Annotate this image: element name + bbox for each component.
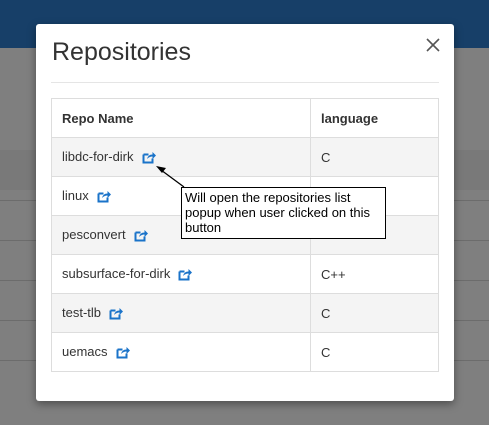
language-cell: C	[310, 293, 439, 333]
external-link-icon[interactable]	[97, 189, 112, 203]
repo-name-cell: subsurface-for-dirk	[51, 254, 311, 294]
language-cell: C	[310, 332, 439, 372]
close-icon[interactable]	[424, 36, 442, 54]
annotation-callout: Will open the repositories list popup wh…	[181, 187, 386, 239]
table-row: test-tlb C	[51, 293, 439, 333]
external-link-icon[interactable]	[142, 150, 157, 164]
external-link-icon[interactable]	[134, 228, 149, 242]
table-row: subsurface-for-dirk C++	[51, 254, 439, 294]
modal-title: Repositories	[52, 38, 191, 66]
repo-name-cell: libdc-for-dirk	[51, 137, 311, 177]
external-link-icon[interactable]	[109, 306, 124, 320]
external-link-icon[interactable]	[116, 345, 131, 359]
repo-name: pesconvert	[62, 227, 126, 243]
external-link-icon[interactable]	[178, 267, 193, 281]
column-header-language: language	[310, 98, 439, 138]
repo-name-cell: uemacs	[51, 332, 311, 372]
repo-name: libdc-for-dirk	[62, 149, 134, 165]
table-row: libdc-for-dirk C	[51, 137, 439, 177]
repo-name-cell: test-tlb	[51, 293, 311, 333]
repo-name: uemacs	[62, 344, 108, 360]
table-row: uemacs C	[51, 332, 439, 372]
repo-name: test-tlb	[62, 305, 102, 321]
language-cell: C	[310, 137, 439, 177]
repo-name: subsurface-for-dirk	[62, 266, 171, 282]
language-cell: C++	[310, 254, 439, 294]
column-header-repo-name: Repo Name	[51, 98, 311, 138]
header-divider	[51, 82, 439, 83]
repo-name: linux	[62, 188, 89, 204]
table-header-row: Repo Name language	[51, 98, 439, 138]
